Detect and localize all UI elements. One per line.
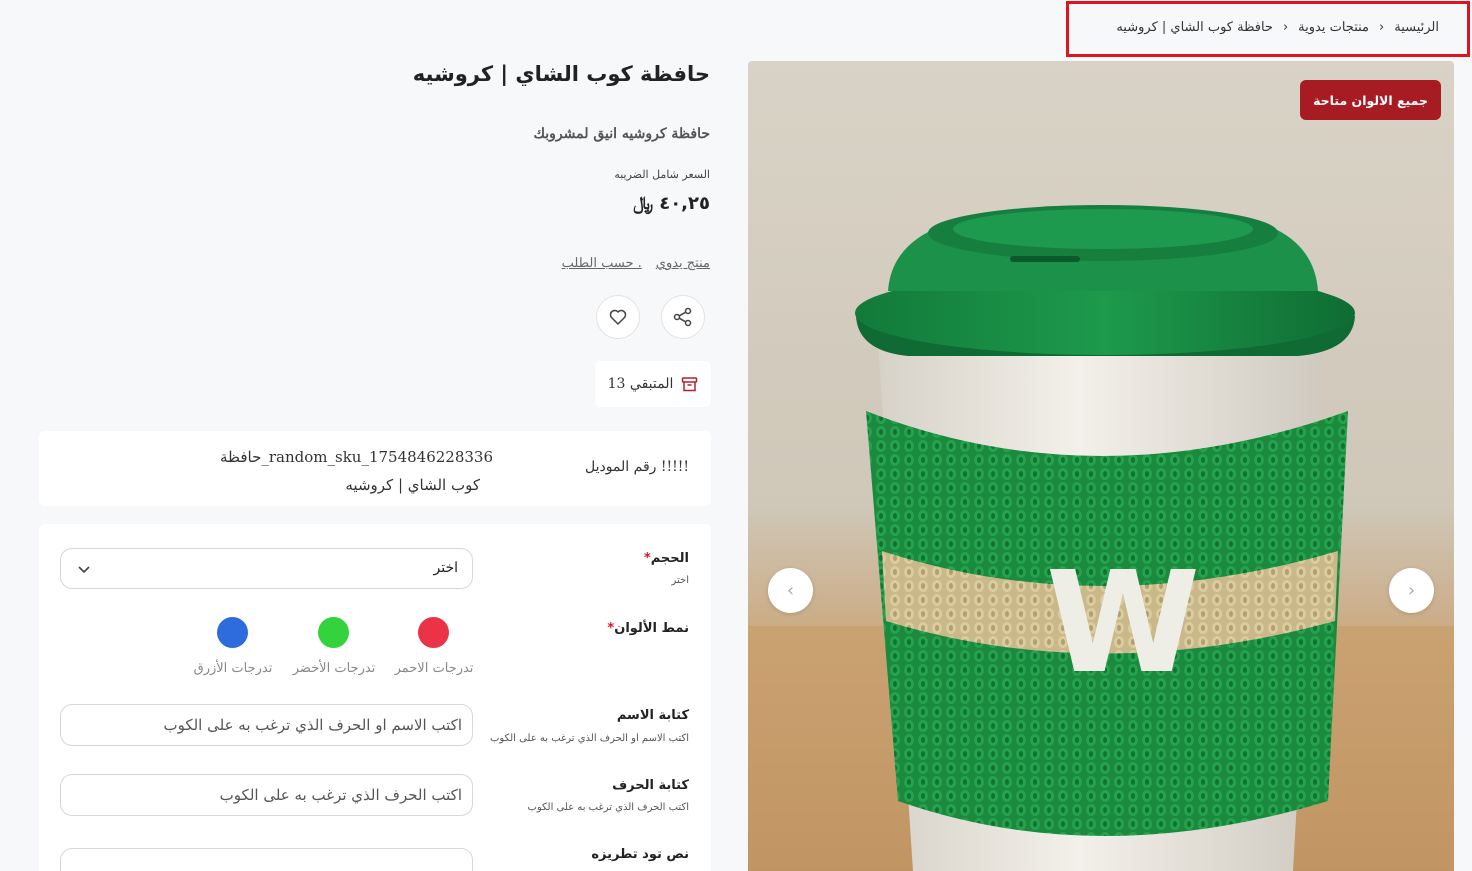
chevron-right-icon: ›	[1407, 580, 1416, 601]
stock-indicator: المتبقي 13	[595, 361, 711, 407]
breadcrumb-separator-icon: ›	[1379, 20, 1385, 35]
breadcrumb-home-link[interactable]: الرئيسية	[1394, 20, 1439, 35]
required-marker: *	[643, 551, 651, 566]
price-value: ٤٠,٢٥	[659, 193, 710, 214]
size-hint: اختر	[671, 575, 690, 586]
color-swatch-label: تدرجات الاحمر	[394, 661, 474, 676]
model-value: حافظة_random_sku_1754846228336 كوب الشاي…	[220, 443, 494, 499]
tag-link[interactable]: حسب الطلب .	[562, 256, 642, 271]
box-icon	[682, 376, 698, 391]
model-card: رقم الموديل !!!!! حافظة_random_sku_17548…	[39, 431, 711, 506]
model-label: رقم الموديل !!!!!	[584, 459, 689, 475]
heart-icon	[609, 309, 627, 325]
product-price: ﷼ ٤٠,٢٥	[633, 193, 710, 214]
name-hint: اكتب الاسم او الحرف الذي ترغب به على الك…	[489, 733, 689, 744]
name-input-placeholder: اكتب الاسم او الحرف الذي ترغب به على الك…	[163, 716, 462, 734]
share-icon	[673, 307, 692, 327]
color-swatch-label: تدرجات الأزرق	[193, 661, 273, 676]
chevron-down-icon	[78, 566, 90, 574]
model-value-line: كوب الشاي | كروشيه	[345, 476, 480, 494]
breadcrumb-highlight: الرئيسية › منتجات يدوية › حافظة كوب الشا…	[1066, 1, 1470, 57]
color-swatch-label: تدرجات الأخضر	[292, 661, 376, 676]
name-input[interactable]: اكتب الاسم او الحرف الذي ترغب به على الك…	[60, 704, 473, 746]
wishlist-button[interactable]	[596, 295, 640, 339]
color-swatch-red[interactable]	[418, 617, 449, 648]
product-photo: W	[748, 205, 1454, 871]
embroidery-input[interactable]	[60, 848, 473, 871]
share-button[interactable]	[661, 295, 705, 339]
svg-text:W: W	[1046, 542, 1200, 705]
product-image[interactable]: W جميع الالوان متاحة ‹ ›	[748, 61, 1454, 871]
size-select-value: اختر	[433, 560, 459, 576]
breadcrumb-category-link[interactable]: منتجات يدوية	[1298, 20, 1369, 35]
breadcrumb-current: حافظة كوب الشاي | كروشيه	[1116, 20, 1273, 35]
options-card: *الحجم اختر اختر *نمط الألوان تدرجات الا…	[39, 524, 711, 871]
name-label: كتابة الاسم	[616, 708, 689, 723]
prev-image-button[interactable]: ‹	[768, 568, 813, 613]
size-select[interactable]: اختر	[60, 548, 473, 589]
product-title: حافظة كوب الشاي | كروشيه	[412, 62, 710, 86]
colors-available-badge: جميع الالوان متاحة	[1300, 80, 1441, 120]
color-swatch-blue[interactable]	[217, 617, 248, 648]
letter-input[interactable]: اكتب الحرف الذي ترغب به على الكوب	[60, 774, 473, 816]
tag-link[interactable]: منتج يدوي	[656, 256, 710, 271]
letter-label: كتابة الحرف	[612, 778, 689, 793]
color-swatch-green[interactable]	[318, 617, 349, 648]
chevron-left-icon: ‹	[786, 580, 795, 601]
letter-input-placeholder: اكتب الحرف الذي ترغب به على الكوب	[219, 786, 462, 804]
embroidery-label: نص تود تطريزه	[591, 847, 689, 862]
currency-icon: ﷼	[633, 193, 654, 214]
breadcrumb-separator-icon: ›	[1282, 20, 1289, 35]
stock-label: المتبقي 13	[607, 376, 674, 392]
size-label: *الحجم	[643, 551, 689, 566]
colors-label: *نمط الألوان	[607, 621, 689, 636]
product-subtitle: حافظة كروشيه انيق لمشروبك	[533, 126, 710, 142]
letter-hint: اكتب الحرف الذي ترغب به على الكوب	[527, 802, 689, 813]
product-tags: منتج يدوي حسب الطلب .	[562, 256, 710, 271]
next-image-button[interactable]: ›	[1389, 568, 1434, 613]
model-value-line: حافظة_random_sku_1754846228336	[220, 448, 494, 466]
breadcrumb: الرئيسية › منتجات يدوية › حافظة كوب الشا…	[1116, 20, 1439, 35]
tax-note: السعر شامل الضريبه	[614, 168, 710, 181]
